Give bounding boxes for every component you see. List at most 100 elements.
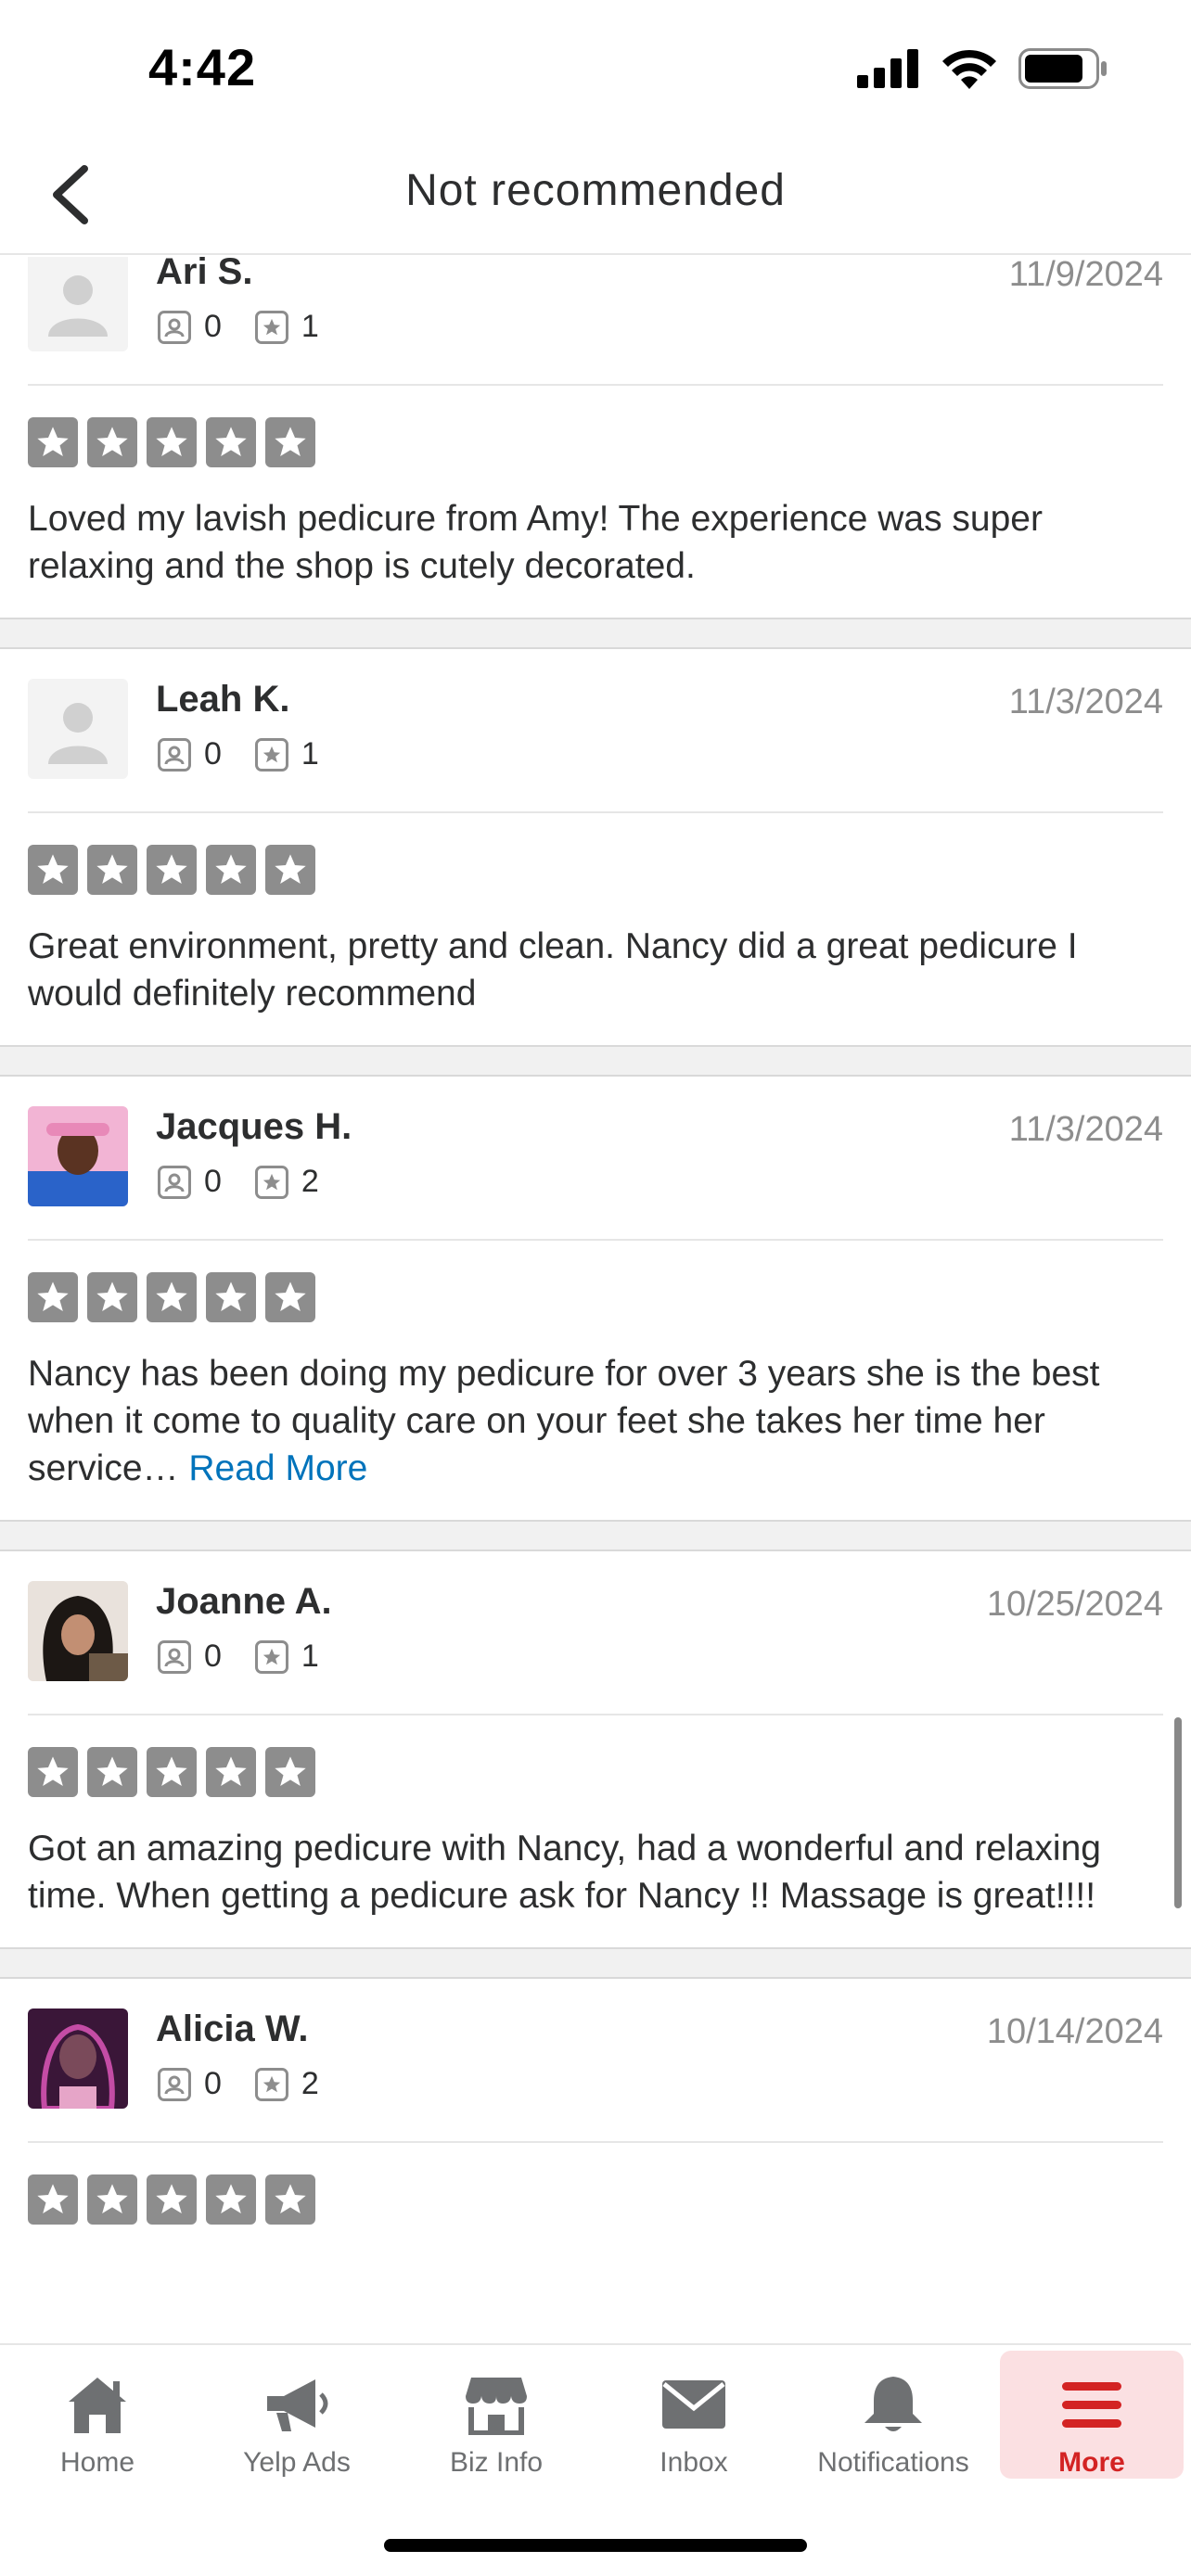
star-rating: [28, 2174, 1163, 2225]
user-photo-icon: [28, 2009, 128, 2109]
user-stats: 0 2: [158, 1164, 352, 1200]
user-name[interactable]: Jacques H.: [156, 1106, 352, 1148]
envelope-icon: [660, 2367, 727, 2442]
review-card: Ari S. 0 1 11/9/2024 Loved my lavish ped…: [0, 257, 1191, 618]
user-name[interactable]: Joanne A.: [156, 1581, 332, 1623]
friends-count: 0: [204, 736, 222, 772]
reviews-count: 2: [301, 2066, 319, 2101]
star-icon: [87, 417, 137, 467]
star-icon: [265, 2174, 315, 2225]
tab-yelp-ads[interactable]: Yelp Ads: [209, 2351, 385, 2479]
review-header: Jacques H. 0 2 11/3/2024: [28, 1106, 1163, 1241]
review-body: Loved my lavish pedicure from Amy! The e…: [28, 499, 1043, 586]
tab-notifications[interactable]: Notifications: [805, 2351, 981, 2479]
user-stats: 0 1: [158, 736, 352, 772]
star-icon: [265, 845, 315, 895]
user-stats: 0 1: [158, 1639, 352, 1675]
star-icon: [147, 2174, 197, 2225]
avatar[interactable]: [28, 257, 128, 351]
friends-icon: [158, 1165, 191, 1199]
wifi-icon: [942, 49, 996, 89]
star-icon: [147, 417, 197, 467]
review-card: Alicia W. 0 2 10/14/2024: [0, 1979, 1191, 2225]
friends-stat: 0: [158, 1639, 222, 1675]
review-date: 11/3/2024: [1008, 682, 1163, 721]
nav-bar: Not recommended: [0, 139, 1191, 255]
star-icon: [28, 1747, 78, 1797]
review-body: Great environment, pretty and clean. Nan…: [28, 926, 1078, 1014]
star-icon: [87, 1747, 137, 1797]
reviews-count: 1: [301, 1639, 319, 1674]
star-icon: [206, 1747, 256, 1797]
home-icon: [65, 2367, 130, 2442]
review-divider: [0, 1520, 1191, 1551]
storefront-icon: [464, 2367, 529, 2442]
megaphone-icon: [262, 2367, 332, 2442]
review-card: Joanne A. 0 1 10/25/2024 Got an amazing …: [0, 1551, 1191, 1947]
user-name[interactable]: Leah K.: [156, 679, 289, 721]
review-star-icon: [254, 1165, 288, 1199]
tab-biz-info[interactable]: Biz Info: [408, 2351, 584, 2479]
page-title: Not recommended: [405, 166, 786, 215]
avatar[interactable]: [28, 679, 128, 779]
friends-count: 0: [204, 1639, 222, 1674]
star-icon: [28, 845, 78, 895]
status-icons: [857, 48, 1108, 89]
star-rating: [28, 845, 1163, 895]
scroll-indicator[interactable]: [1174, 1717, 1182, 1908]
default-user-icon: [48, 703, 108, 764]
tab-label: Yelp Ads: [243, 2447, 351, 2478]
friends-stat: 0: [158, 2066, 222, 2102]
read-more-link[interactable]: Read More: [188, 1448, 367, 1488]
home-indicator[interactable]: [384, 2539, 807, 2552]
avatar[interactable]: [28, 1106, 128, 1206]
tab-home[interactable]: Home: [9, 2351, 186, 2479]
status-time: 4:42: [148, 38, 257, 96]
review-card: Jacques H. 0 2 11/3/2024 Nancy has been …: [0, 1077, 1191, 1520]
star-icon: [87, 845, 137, 895]
review-text: Great environment, pretty and clean. Nan…: [28, 923, 1163, 1045]
review-header: Joanne A. 0 1 10/25/2024: [28, 1581, 1163, 1715]
star-icon: [206, 2174, 256, 2225]
tab-label: Inbox: [660, 2447, 728, 2478]
status-bar: 4:42: [0, 0, 1191, 139]
reviews-count: 1: [301, 309, 319, 344]
friends-count: 0: [204, 2066, 222, 2101]
user-photo-icon: [28, 1581, 128, 1681]
reviews-list[interactable]: Ari S. 0 1 11/9/2024 Loved my lavish ped…: [0, 257, 1191, 2343]
review-divider: [0, 1947, 1191, 1979]
star-icon: [147, 1747, 197, 1797]
star-rating: [28, 1272, 1163, 1322]
tab-more[interactable]: More: [1000, 2351, 1184, 2479]
star-icon: [28, 2174, 78, 2225]
review-divider: [0, 618, 1191, 649]
user-photo-icon: [28, 1106, 128, 1206]
screen: 4:42 Not recommended Ari S. 0 1 11/9/202…: [0, 0, 1191, 2576]
friends-stat: 0: [158, 309, 222, 345]
star-icon: [147, 1272, 197, 1322]
friends-count: 0: [204, 1164, 222, 1199]
tab-inbox[interactable]: Inbox: [606, 2351, 782, 2479]
review-star-icon: [254, 310, 288, 344]
cellular-signal-icon: [857, 49, 918, 88]
friends-stat: 0: [158, 736, 222, 772]
review-star-icon: [254, 1639, 288, 1674]
star-icon: [206, 417, 256, 467]
review-card: Leah K. 0 1 11/3/2024 Great environment,…: [0, 649, 1191, 1045]
avatar[interactable]: [28, 1581, 128, 1681]
star-icon: [265, 417, 315, 467]
tab-label: More: [1058, 2447, 1125, 2478]
reviews-count: 2: [301, 1164, 319, 1199]
reviews-stat: 2: [254, 2066, 319, 2102]
review-text: Got an amazing pedicure with Nancy, had …: [28, 1825, 1163, 1947]
battery-icon: [1018, 48, 1107, 89]
review-star-icon: [254, 2067, 288, 2101]
star-icon: [206, 1272, 256, 1322]
star-icon: [28, 1272, 78, 1322]
star-rating: [28, 417, 1163, 467]
avatar[interactable]: [28, 2009, 128, 2109]
friends-count: 0: [204, 309, 222, 344]
user-name[interactable]: Ari S.: [156, 257, 252, 293]
review-divider: [0, 1045, 1191, 1077]
user-name[interactable]: Alicia W.: [156, 2009, 309, 2050]
